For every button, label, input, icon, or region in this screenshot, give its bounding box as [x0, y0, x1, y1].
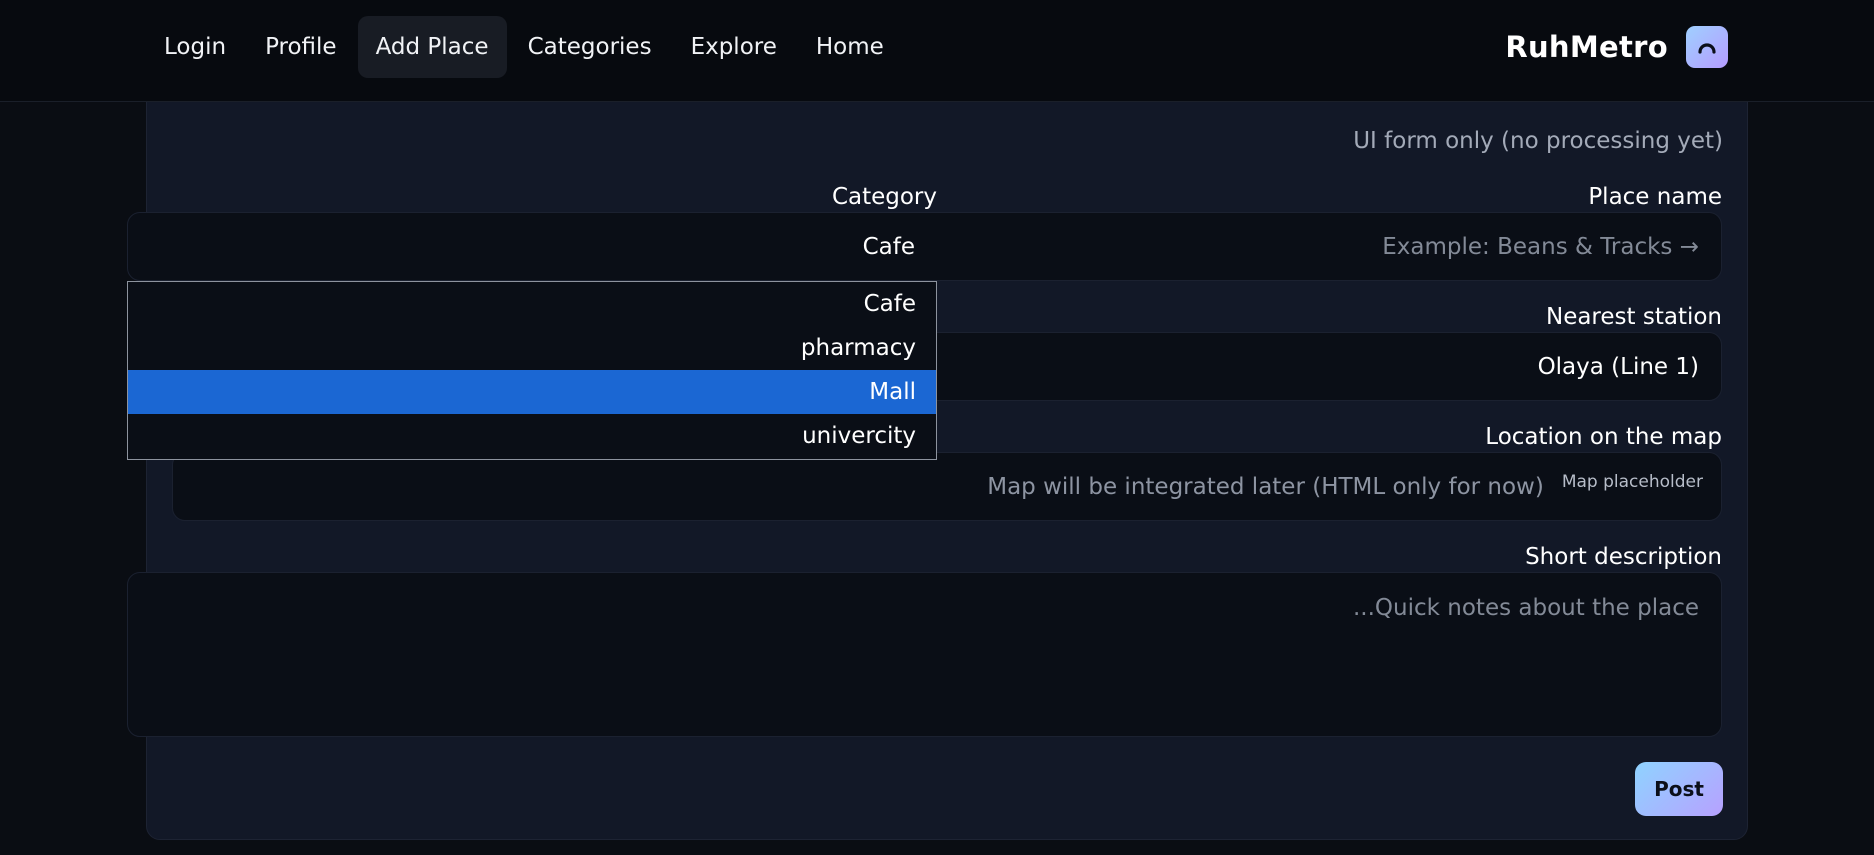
brand-name: RuhMetro	[1505, 30, 1668, 64]
place-name-placeholder: Example: Beans & Tracks →	[1382, 233, 1699, 260]
category-option-pharmacy[interactable]: pharmacy	[128, 326, 936, 370]
description-placeholder: ...Quick notes about the place	[1353, 595, 1699, 621]
category-select[interactable]: Cafe	[127, 212, 938, 281]
place-name-input[interactable]: Example: Beans & Tracks →	[920, 212, 1722, 281]
map-placeholder[interactable]: Map will be integrated later (HTML only …	[172, 452, 1722, 521]
map-placeholder-text: Map will be integrated later (HTML only …	[987, 473, 1544, 500]
top-navbar: Login Profile Add Place Categories Explo…	[0, 0, 1874, 102]
nav-explore[interactable]: Explore	[673, 16, 795, 78]
form-hint: UI form only (no processing yet)	[1353, 128, 1723, 154]
category-option-cafe[interactable]: Cafe	[128, 282, 936, 326]
main-nav: Login Profile Add Place Categories Explo…	[146, 16, 905, 78]
post-button[interactable]: Post	[1635, 762, 1723, 816]
category-option-mall[interactable]: Mall	[128, 370, 936, 414]
description-label: Short description	[1525, 544, 1722, 570]
nearest-station-value: Olaya (Line 1)	[1537, 353, 1699, 380]
nav-categories[interactable]: Categories	[510, 16, 670, 78]
category-selected-value: Cafe	[862, 233, 915, 260]
nearest-station-label: Nearest station	[1545, 304, 1722, 330]
place-name-label: Place name	[1588, 184, 1722, 210]
category-label: Category	[831, 184, 937, 210]
nav-home[interactable]: Home	[798, 16, 902, 78]
brand[interactable]: RuhMetro	[1505, 26, 1728, 68]
location-label: Location on the map	[1485, 424, 1722, 450]
metro-icon	[1686, 26, 1728, 68]
description-textarea[interactable]: ...Quick notes about the place	[127, 572, 1722, 737]
map-placeholder-tag: Map placeholder	[1561, 471, 1703, 492]
nav-login[interactable]: Login	[146, 16, 244, 78]
nav-add-place[interactable]: Add Place	[357, 16, 507, 78]
category-option-univercity[interactable]: univercity	[128, 414, 936, 458]
nav-profile[interactable]: Profile	[247, 16, 355, 78]
category-dropdown-list: Cafe pharmacy Mall univercity	[127, 281, 937, 460]
